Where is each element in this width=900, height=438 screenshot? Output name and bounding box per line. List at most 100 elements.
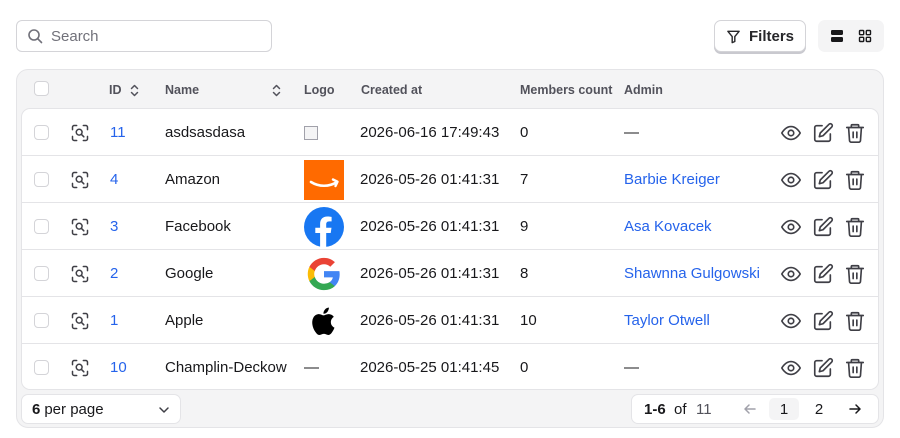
next-page-button[interactable] [840,398,870,420]
per-page-select[interactable]: 6 per page [21,394,181,424]
table-header: ID Name Logo Created at Members count Ad… [17,70,883,108]
table-row: 3 Facebook 2026-05-26 01:41:31 9 Asa Kov… [22,203,878,250]
row-members-count: 0 [520,124,529,141]
edit-button[interactable] [811,262,835,286]
row-name: Apple [165,312,204,329]
column-header-name[interactable]: Name [165,83,281,97]
row-name: Amazon [165,171,221,188]
trash-icon [845,123,865,143]
row-members-count: 10 [520,312,537,329]
delete-button[interactable] [843,262,867,286]
row-admin-link[interactable]: Barbie Kreiger [624,156,720,203]
page-button-2[interactable]: 2 [804,398,834,420]
table-row: 4 Amazon 2026-05-26 01:41:31 7 Barbie Kr… [22,156,878,203]
google-logo [304,254,344,294]
search-field[interactable] [16,20,272,52]
view-button[interactable] [779,356,803,380]
column-header-members-count: Members count [520,83,613,97]
edit-icon [813,357,834,378]
quick-view-icon[interactable] [70,170,90,190]
row-checkbox[interactable] [34,360,49,375]
table-row: 1 Apple 2026-05-26 01:41:31 10 Taylor Ot… [22,297,878,344]
delete-button[interactable] [843,168,867,192]
eye-icon [780,172,802,188]
trash-icon [845,170,865,190]
row-admin-link[interactable]: Shawnna Gulgowski [624,250,760,297]
trash-icon [845,358,865,378]
table-row: 11 asdsasdasa 2026-06-16 17:49:43 0 — [22,109,878,156]
row-id-link[interactable]: 4 [110,156,118,203]
trash-icon [845,311,865,331]
row-name: Champlin-Deckow [165,359,287,376]
quick-view-icon[interactable] [70,311,90,331]
view-button[interactable] [779,121,803,145]
row-checkbox[interactable] [34,313,49,328]
row-admin-link[interactable]: Taylor Otwell [624,297,710,344]
quick-view-icon[interactable] [70,358,90,378]
grid-view-icon [858,29,872,43]
apple-logo [304,301,344,341]
select-all-checkbox[interactable] [34,81,49,96]
row-id-link[interactable]: 1 [110,297,118,344]
row-id-link[interactable]: 11 [110,109,126,156]
row-admin-link[interactable]: Asa Kovacek [624,203,712,250]
row-created-at: 2026-05-26 01:41:31 [360,265,500,282]
row-checkbox[interactable] [34,172,49,187]
view-button[interactable] [779,262,803,286]
page-button-1[interactable]: 1 [769,398,799,420]
edit-button[interactable] [811,121,835,145]
sort-icon [272,84,281,96]
row-id-link[interactable]: 3 [110,203,118,250]
quick-view-icon[interactable] [70,123,90,143]
search-icon [28,29,43,44]
quick-view-icon[interactable] [70,264,90,284]
view-button[interactable] [779,168,803,192]
delete-button[interactable] [843,215,867,239]
edit-icon [813,310,834,331]
row-checkbox[interactable] [34,219,49,234]
grid-view-button[interactable] [853,24,877,48]
arrow-right-icon [849,404,861,414]
eye-icon [780,219,802,235]
row-checkbox[interactable] [34,266,49,281]
quick-view-icon[interactable] [70,217,90,237]
data-table: ID Name Logo Created at Members count Ad… [16,69,884,428]
eye-icon [780,360,802,376]
row-id-link[interactable]: 10 [110,344,127,389]
delete-button[interactable] [843,121,867,145]
column-header-logo: Logo [304,83,335,97]
pagination-range: 1-6 [644,400,666,418]
edit-button[interactable] [811,309,835,333]
pagination-total: 11 [696,400,712,418]
row-checkbox[interactable] [34,125,49,140]
row-name: Facebook [165,218,231,235]
view-button[interactable] [779,309,803,333]
row-created-at: 2026-06-16 17:49:43 [360,124,500,141]
filters-label: Filters [748,27,794,45]
edit-button[interactable] [811,356,835,380]
delete-button[interactable] [843,309,867,333]
column-header-id[interactable]: ID [109,83,139,97]
row-admin: — [624,359,639,376]
row-created-at: 2026-05-25 01:41:45 [360,359,500,376]
filter-icon [727,30,740,43]
prev-page-button[interactable] [735,398,765,420]
row-members-count: 9 [520,218,529,235]
delete-button[interactable] [843,356,867,380]
column-header-admin: Admin [624,83,663,97]
eye-icon [780,313,802,329]
search-input[interactable] [51,27,251,45]
row-id-link[interactable]: 2 [110,250,118,297]
pagination: 1-6 of 11 1 2 [631,394,879,424]
filters-button[interactable]: Filters [714,20,806,52]
table-row: 10 Champlin-Deckow — 2026-05-25 01:41:45… [22,344,878,389]
edit-button[interactable] [811,215,835,239]
chevron-down-icon [159,407,169,413]
view-button[interactable] [779,215,803,239]
edit-button[interactable] [811,168,835,192]
arrow-left-icon [744,404,756,414]
edit-icon [813,122,834,143]
table-row: 2 Google 2026-05-26 01:41:31 8 Shawnna G… [22,250,878,297]
row-logo-empty: — [304,359,319,376]
list-view-button[interactable] [825,24,849,48]
